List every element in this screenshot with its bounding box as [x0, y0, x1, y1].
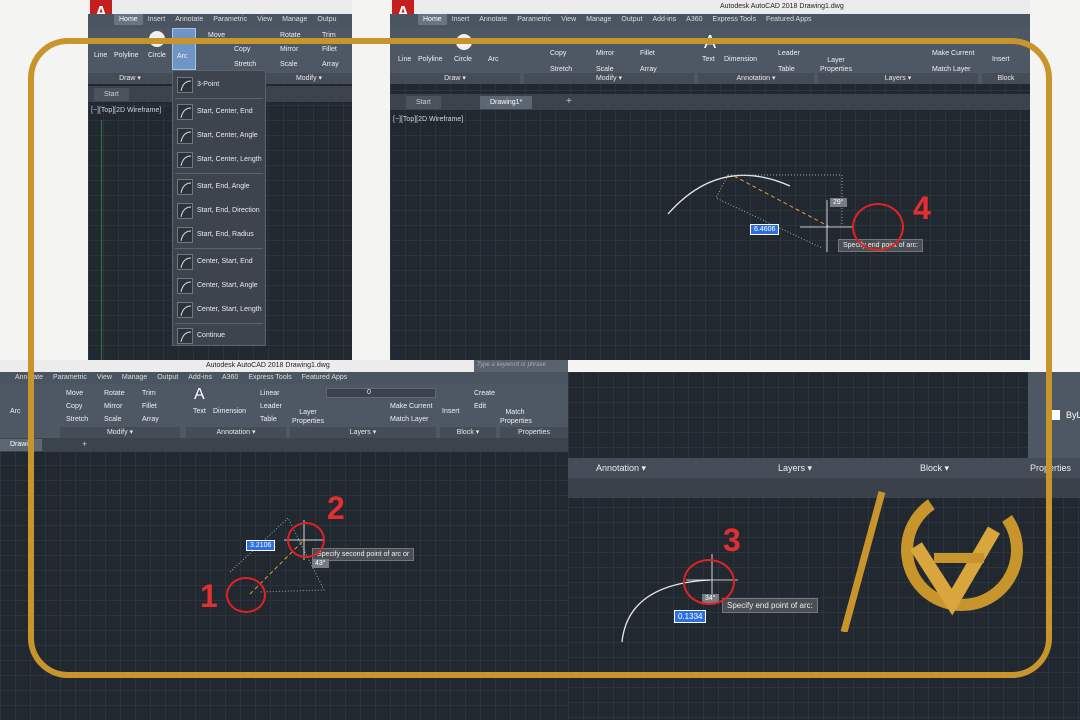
polyline-button[interactable]: Polyline: [114, 52, 139, 59]
tab-parametric[interactable]: Parametric: [208, 14, 252, 25]
arc-dropdown-menu: 3-Point Start, Center, End Start, Center…: [172, 70, 266, 346]
step-number: 2: [327, 490, 345, 526]
arc-scl-icon: [177, 152, 193, 168]
arc-csa-icon: [177, 278, 193, 294]
menu-item-center-start-length[interactable]: Center, Start, Length: [173, 299, 265, 321]
menu-item-start-center-length[interactable]: Start, Center, Length: [173, 149, 265, 171]
highlight-circle: [287, 522, 325, 558]
menu-separator: [175, 248, 263, 249]
command-tooltip: Specify end point of arc:: [722, 598, 818, 613]
length-input[interactable]: 3.2106: [246, 540, 276, 551]
panel-modify-title[interactable]: Modify ▾: [266, 73, 352, 84]
array-button[interactable]: Array: [322, 61, 339, 68]
mirror-button[interactable]: Mirror: [280, 46, 298, 53]
menu-item-start-center-angle[interactable]: Start, Center, Angle: [173, 125, 265, 147]
arc-csl-icon: [177, 302, 193, 318]
arc-continue-icon: [177, 328, 193, 344]
circle-button[interactable]: Circle: [148, 52, 166, 59]
highlight-circle: [226, 577, 266, 613]
fillet-button[interactable]: Fillet: [322, 46, 337, 53]
tab-view[interactable]: View: [252, 14, 277, 25]
tab-annotate[interactable]: Annotate: [170, 14, 208, 25]
length-input[interactable]: 0.1334: [674, 610, 707, 623]
tab-home[interactable]: Home: [114, 14, 143, 25]
menu-separator: [175, 173, 263, 174]
arc-button[interactable]: Arc: [172, 28, 196, 70]
tab-output[interactable]: Outpu: [312, 14, 341, 25]
tab-start[interactable]: Start: [94, 88, 129, 101]
menu-item-center-start-angle[interactable]: Center, Start, Angle: [173, 275, 265, 297]
menu-separator: [175, 98, 263, 99]
screenshot-steps-1-2: Autodesk AutoCAD 2018 Drawing1.dwg Type …: [0, 360, 568, 720]
arc-ser-icon: [177, 227, 193, 243]
menu-item-3-point[interactable]: 3-Point: [173, 74, 265, 96]
menu-item-center-start-end[interactable]: Center, Start, End: [173, 251, 265, 273]
angle-readout: 29°: [830, 198, 847, 207]
scale-button[interactable]: Scale: [280, 61, 298, 68]
highlight-circle: [852, 203, 904, 251]
menu-item-start-end-direction[interactable]: Start, End, Direction: [173, 200, 265, 222]
stretch-button[interactable]: Stretch: [234, 61, 256, 68]
step-number: 1: [200, 578, 218, 614]
arc-sce-icon: [177, 104, 193, 120]
screenshot-step-4: A Autodesk AutoCAD 2018 Drawing1.dwg Hom…: [390, 0, 1030, 360]
arc-sea-icon: [177, 179, 193, 195]
arc-sed-icon: [177, 203, 193, 219]
arc-sca-icon: [177, 128, 193, 144]
menu-item-start-center-end[interactable]: Start, Center, End: [173, 101, 265, 123]
circle-icon: [149, 31, 165, 47]
angle-readout: 43°: [312, 559, 329, 568]
arc-3point-icon: [177, 77, 193, 93]
move-button[interactable]: Move: [208, 32, 225, 39]
tab-insert[interactable]: Insert: [143, 14, 171, 25]
copy-button[interactable]: Copy: [234, 46, 250, 53]
panel-draw-title[interactable]: Draw ▾: [88, 73, 172, 84]
rotate-button[interactable]: Rotate: [280, 32, 301, 39]
arc-drawing: [229, 517, 325, 595]
arc-cse-icon: [177, 254, 193, 270]
menu-item-continue[interactable]: Continue: [173, 325, 265, 347]
quick-access-toolbar: A: [88, 0, 352, 28]
step-number: 3: [723, 522, 741, 558]
sv-monogram-logo-icon: [840, 489, 1023, 632]
line-button[interactable]: Line: [94, 52, 107, 59]
step-number: 4: [913, 190, 931, 226]
ribbon-tabs: Home Insert Annotate Parametric View Manage Ou…: [88, 14, 352, 28]
tab-manage[interactable]: Manage: [277, 14, 312, 25]
viewport-label[interactable]: [−][Top][2D Wireframe]: [91, 107, 161, 114]
menu-item-start-end-angle[interactable]: Start, End, Angle: [173, 176, 265, 198]
screenshot-arc-menu: A Home Insert Annotate Parametric View Manage…: [88, 0, 352, 360]
length-input[interactable]: 6.4606: [750, 224, 780, 235]
ucs-axis-line: [101, 120, 102, 360]
menu-separator: [175, 323, 263, 324]
highlight-circle: [683, 559, 735, 605]
trim-button[interactable]: Trim: [322, 32, 336, 39]
menu-item-start-end-radius[interactable]: Start, End, Radius: [173, 224, 265, 246]
arc-drawing: [667, 174, 854, 252]
